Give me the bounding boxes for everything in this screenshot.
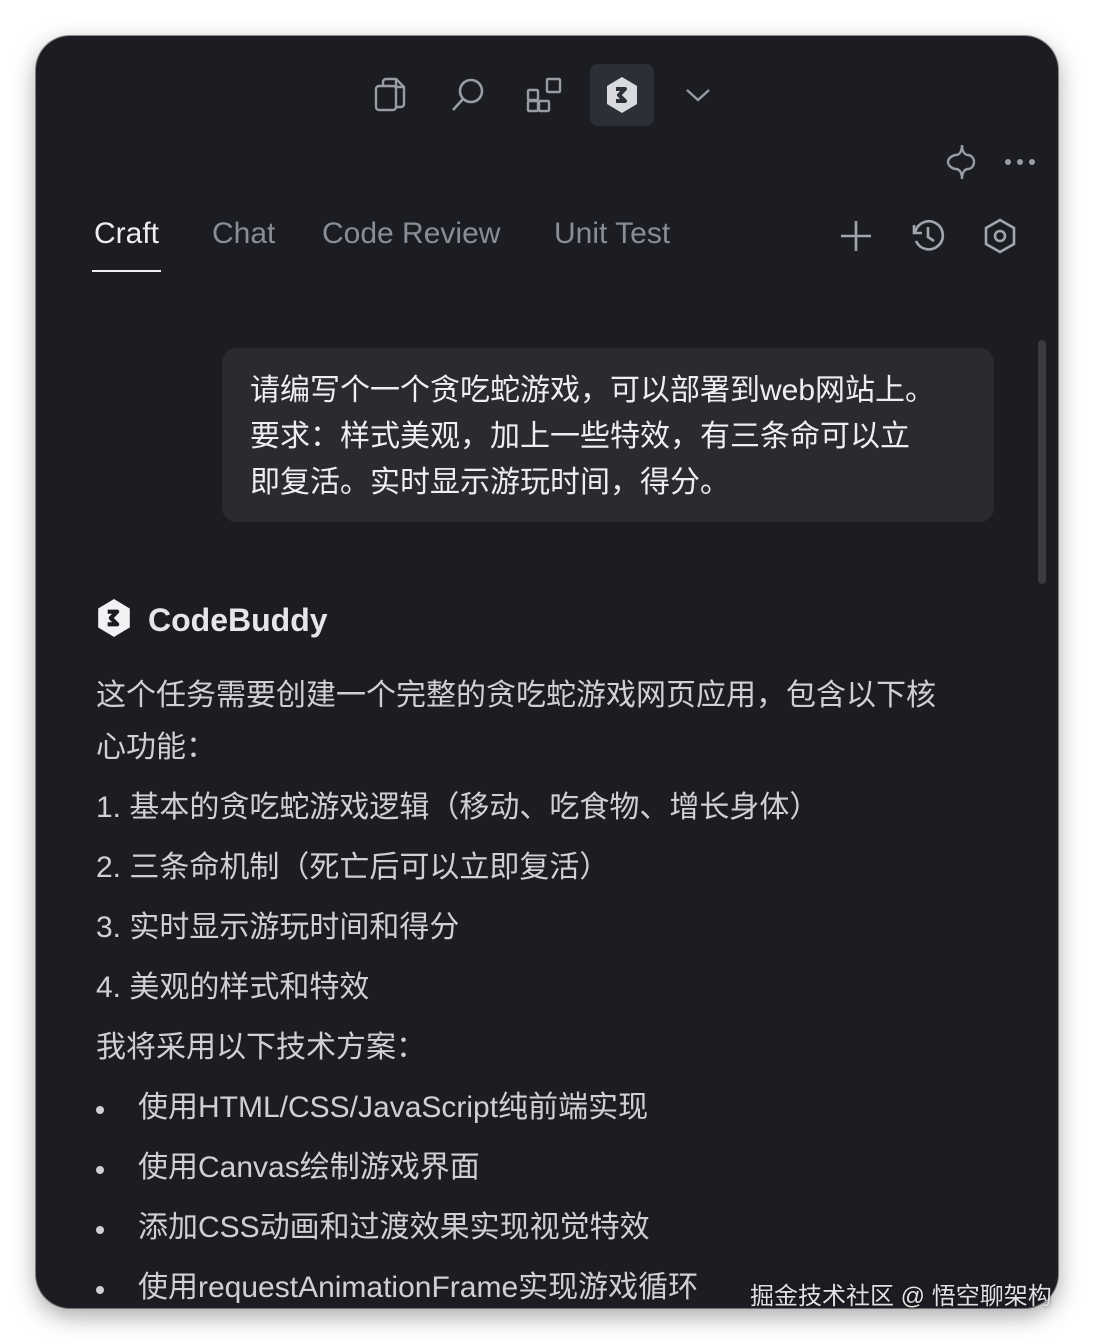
user-message-line: 即复活。实时显示游玩时间，得分。 <box>250 466 730 499</box>
numbered-item: 2. 三条命机制（死亡后可以立即复活） <box>96 851 610 884</box>
chevron-down-icon[interactable] <box>666 64 730 126</box>
codebuddy-panel: Craft Chat Code Review Unit Test 请编写个一个贪… <box>36 36 1058 1308</box>
bullet-item: 使用Canvas绘制游戏界面 <box>96 1144 996 1192</box>
user-message: 请编写个一个贪吃蛇游戏，可以部署到web网站上。 要求：样式美观，加上一些特效，… <box>222 348 994 522</box>
tab-craft[interactable]: Craft <box>91 214 162 272</box>
assistant-header: CodeBuddy <box>96 598 328 642</box>
user-message-line: 请编写个一个贪吃蛇游戏，可以部署到web网站上。 <box>250 374 936 407</box>
history-icon[interactable] <box>906 214 950 258</box>
tech-heading: 我将采用以下技术方案： <box>96 1031 426 1064</box>
intro-line: 这个任务需要创建一个完整的贪吃蛇游戏网页应用，包含以下核 <box>96 679 936 712</box>
numbered-item: 4. 美观的样式和特效 <box>96 971 370 1004</box>
intro-line: 心功能： <box>96 731 216 764</box>
bullet-item: 使用HTML/CSS/JavaScript纯前端实现 <box>96 1084 996 1132</box>
assistant-message: 这个任务需要创建一个完整的贪吃蛇游戏网页应用，包含以下核 心功能： 1. 基本的… <box>96 672 996 1308</box>
watermark: 掘金技术社区 @ 悟空聊架构 <box>750 1283 1052 1310</box>
ai-sparkle-icon[interactable] <box>942 142 982 182</box>
copy-icon[interactable] <box>358 64 422 126</box>
codebuddy-avatar-icon <box>96 598 132 643</box>
numbered-item: 1. 基本的贪吃蛇游戏逻辑（移动、吃食物、增长身体） <box>96 791 820 824</box>
more-icon[interactable] <box>1002 152 1038 172</box>
tab-code-review[interactable]: Code Review <box>322 214 500 270</box>
plus-icon[interactable] <box>834 214 878 258</box>
bullet-item: 添加CSS动画和过渡效果实现视觉特效 <box>96 1204 996 1252</box>
numbered-item: 3. 实时显示游玩时间和得分 <box>96 911 460 944</box>
user-message-line: 要求：样式美观，加上一些特效，有三条命可以立 <box>250 420 910 453</box>
tab-unit-test[interactable]: Unit Test <box>554 214 670 270</box>
scrollbar[interactable] <box>1038 340 1046 584</box>
tab-chat[interactable]: Chat <box>212 214 275 270</box>
assistant-name: CodeBuddy <box>148 601 328 638</box>
extensions-icon[interactable] <box>512 64 576 126</box>
codebuddy-logo-icon[interactable] <box>590 64 654 126</box>
settings-icon[interactable] <box>978 214 1022 258</box>
search-icon[interactable] <box>436 64 500 126</box>
